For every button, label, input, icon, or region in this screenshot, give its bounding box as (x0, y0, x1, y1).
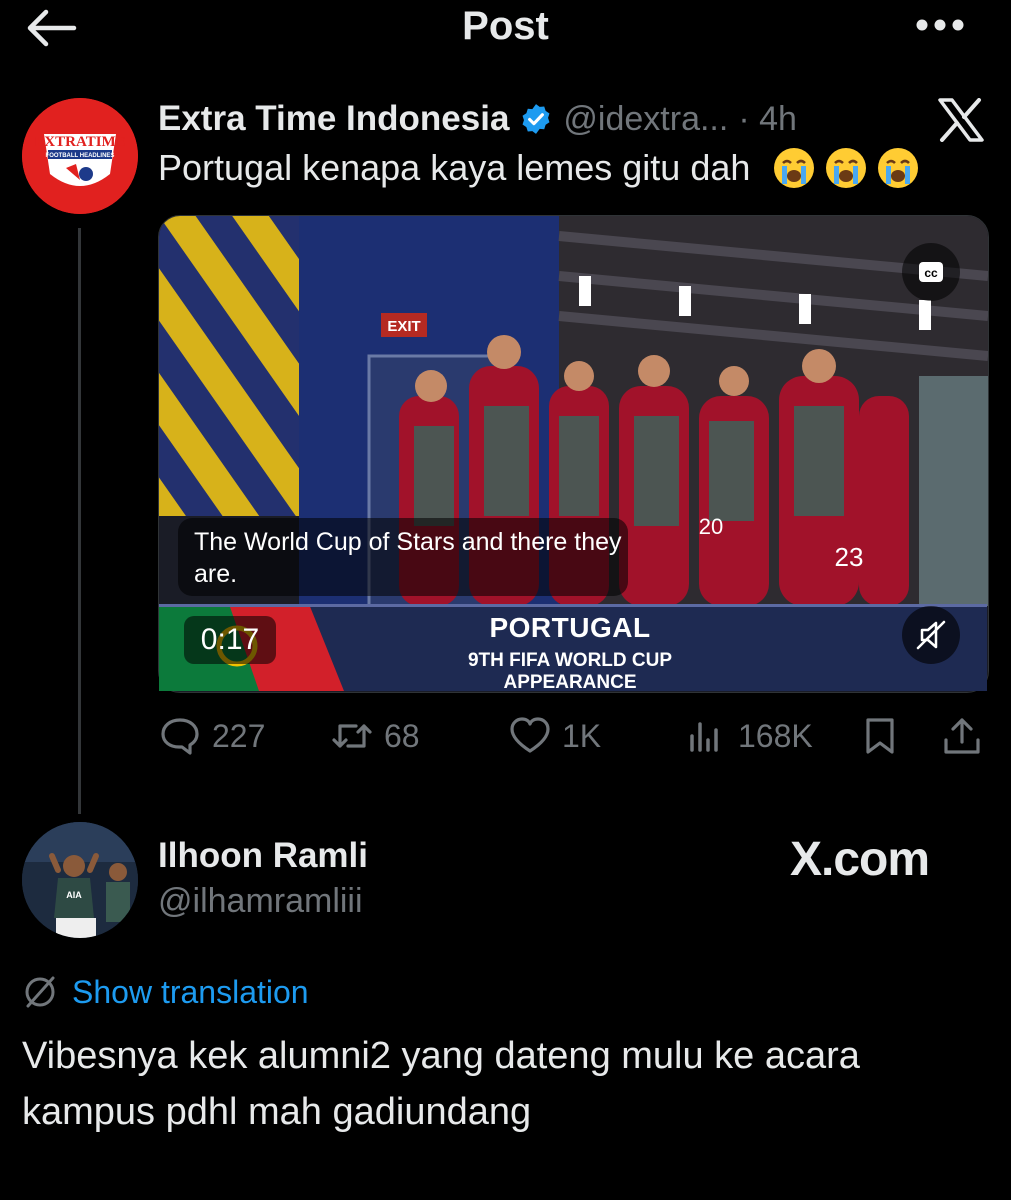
reply-author-avatar[interactable]: AIA (22, 822, 138, 938)
crying-face-emoji-icon (774, 148, 815, 188)
speaker-muted-icon (916, 620, 946, 650)
share-upload-icon (944, 718, 980, 754)
xcom-watermark: X.com (790, 833, 930, 886)
svg-text:EXIT: EXIT (387, 318, 420, 335)
video-duration: 0:17 (184, 616, 276, 664)
share-button[interactable] (940, 712, 984, 760)
post-timestamp[interactable]: · 4h (738, 100, 797, 139)
heart-icon (510, 717, 550, 753)
svg-text:AIA: AIA (66, 890, 82, 900)
views-bar-chart-icon (690, 722, 718, 752)
reply-count: 227 (212, 717, 266, 754)
mute-button[interactable] (902, 606, 960, 664)
more-horizontal-icon (916, 19, 964, 31)
banner-subtitle: 9TH FIFA WORLD CUP APPEARANCE (467, 650, 673, 693)
extra-time-logo: EXTRATIME FOOTBALL HEADLINES (22, 98, 138, 214)
svg-text:cc: cc (924, 266, 938, 280)
svg-text:20: 20 (699, 514, 723, 539)
quoted-post-text: Portugal kenapa kaya lemes gitu dah (158, 146, 920, 190)
reply-button[interactable]: 227 (158, 712, 265, 760)
author-handle[interactable]: @idextra... (563, 100, 728, 139)
reply-bubble-icon (161, 718, 199, 755)
repost-button[interactable]: 68 (330, 712, 420, 760)
like-button[interactable]: 1K (508, 712, 601, 760)
banner-title: PORTUGAL (489, 612, 651, 643)
reply-text: Vibesnya kek alumni2 yang dateng mulu ke… (22, 1035, 860, 1133)
avatar-photo: AIA (22, 822, 138, 938)
crying-face-emoji-icon (878, 148, 919, 188)
bookmark-button[interactable] (858, 712, 902, 760)
closed-captions-button[interactable]: cc (902, 243, 960, 301)
quoted-post-author-row: Extra Time Indonesia @idextra... · 4h (158, 96, 797, 142)
more-options-button[interactable] (910, 10, 970, 40)
bookmark-icon (866, 718, 894, 754)
page-title: Post (462, 4, 549, 48)
reply-author-handle[interactable]: @ilhamramliii (158, 882, 363, 921)
show-translation-label: Show translation (72, 973, 309, 1010)
x-logo-icon (938, 98, 984, 142)
verified-badge-icon (522, 104, 550, 134)
reply-author-name[interactable]: Ilhoon Ramli (158, 836, 368, 876)
thread-connector-line (78, 228, 81, 814)
crying-face-emoji-icon (826, 148, 867, 188)
like-count: 1K (562, 717, 602, 754)
view-count: 168K (738, 717, 813, 754)
svg-text:EXTRATIME: EXTRATIME (34, 134, 125, 150)
views-button[interactable]: 168K (684, 712, 813, 760)
translate-globe-icon (25, 976, 55, 1008)
closed-captions-icon: cc (919, 262, 943, 282)
show-translation-button[interactable]: Show translation (22, 970, 309, 1014)
extra-time-avatar[interactable]: EXTRATIME FOOTBALL HEADLINES (22, 98, 138, 214)
svg-text:23: 23 (835, 542, 864, 572)
post-text: Portugal kenapa kaya lemes gitu dah (158, 147, 751, 188)
repost-count: 68 (384, 717, 420, 754)
svg-text:FOOTBALL HEADLINES: FOOTBALL HEADLINES (46, 153, 115, 159)
author-name[interactable]: Extra Time Indonesia (158, 99, 509, 139)
repost-icon (332, 724, 372, 748)
video-caption: The World Cup of Stars and there they ar… (194, 528, 622, 588)
